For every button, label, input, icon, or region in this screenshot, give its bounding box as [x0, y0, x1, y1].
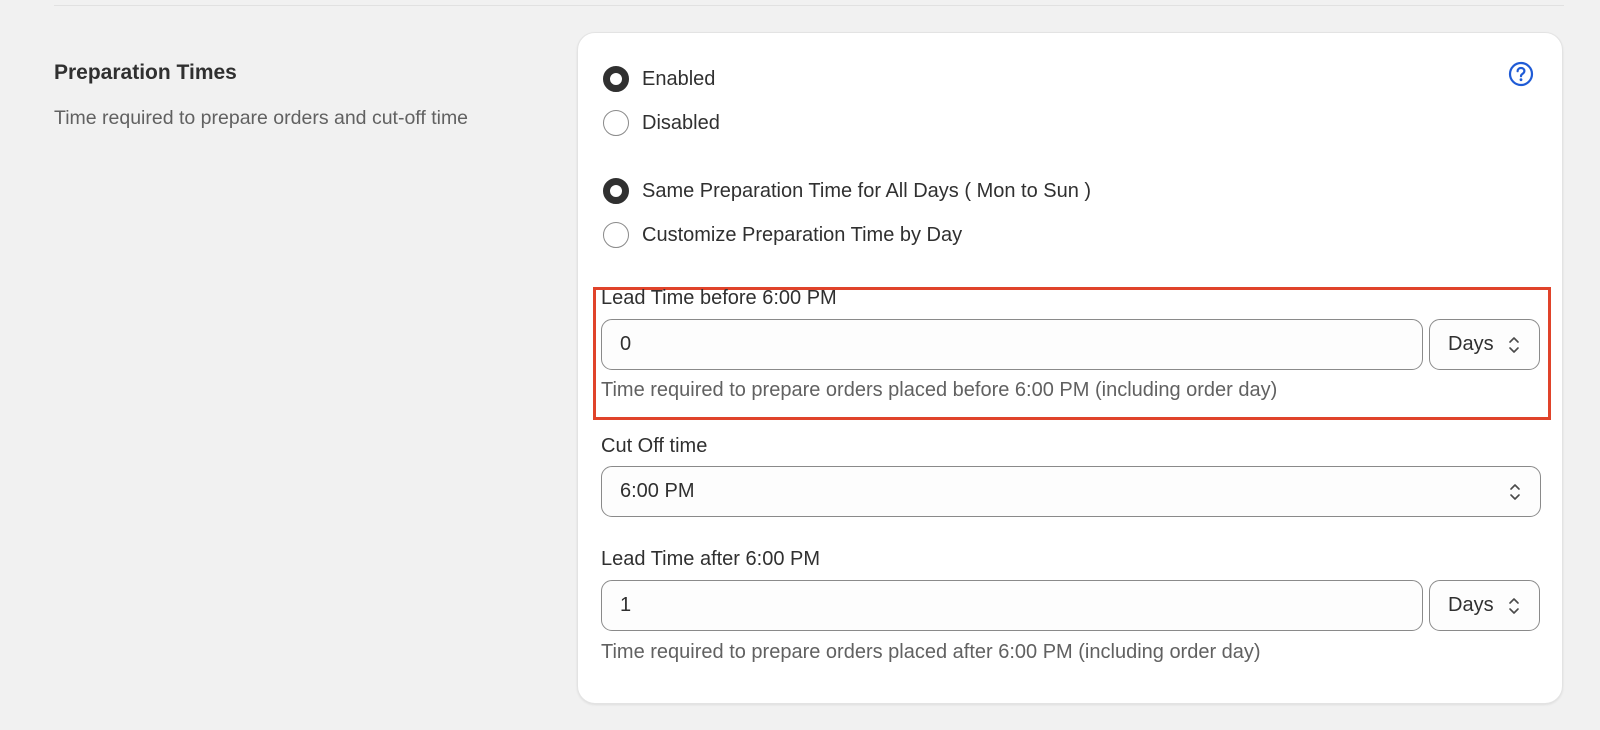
lead-after-unit-value: Days — [1448, 594, 1494, 616]
lead-before-input[interactable]: 0 — [601, 319, 1423, 370]
cutoff-time-select[interactable]: 6:00 PM — [601, 466, 1541, 517]
mode-same-label: Same Preparation Time for All Days ( Mon… — [642, 179, 1092, 202]
mode-customize-option[interactable]: Customize Preparation Time by Day — [603, 221, 962, 249]
status-disabled-label: Disabled — [642, 111, 720, 134]
section-info: Preparation Times Time required to prepa… — [54, 58, 504, 134]
preparation-times-card: Enabled Disabled Same Preparation Time f… — [577, 32, 1563, 704]
status-disabled-option[interactable]: Disabled — [603, 109, 720, 137]
lead-after-unit-select[interactable]: Days — [1429, 580, 1540, 631]
status-enabled-option[interactable]: Enabled — [603, 65, 715, 93]
section-description: Time required to prepare orders and cut-… — [54, 107, 469, 129]
lead-before-label: Lead Time before 6:00 PM — [601, 287, 837, 309]
radio-unchecked-icon[interactable] — [603, 222, 629, 248]
lead-after-input[interactable]: 1 — [601, 580, 1423, 631]
lead-before-unit-select[interactable]: Days — [1429, 319, 1540, 370]
chevron-up-down-icon — [1509, 336, 1519, 353]
radio-checked-icon[interactable] — [603, 178, 629, 204]
cutoff-label: Cut Off time — [601, 435, 708, 457]
lead-before-unit-value: Days — [1448, 333, 1494, 355]
section-title: Preparation Times — [54, 61, 237, 84]
lead-after-label: Lead Time after 6:00 PM — [601, 548, 821, 570]
chevron-up-down-icon — [1509, 597, 1519, 614]
radio-checked-icon[interactable] — [603, 66, 629, 92]
mode-customize-label: Customize Preparation Time by Day — [642, 223, 963, 246]
lead-before-value: 0 — [620, 333, 632, 355]
lead-after-help: Time required to prepare orders placed a… — [601, 641, 1261, 663]
help-icon[interactable] — [1508, 61, 1534, 87]
status-enabled-label: Enabled — [642, 67, 716, 90]
chevron-up-down-icon — [1510, 483, 1520, 500]
mode-same-option[interactable]: Same Preparation Time for All Days ( Mon… — [603, 177, 1091, 205]
top-divider — [54, 5, 1564, 6]
cutoff-time-value: 6:00 PM — [620, 480, 695, 502]
lead-before-help: Time required to prepare orders placed b… — [601, 379, 1278, 401]
radio-unchecked-icon[interactable] — [603, 110, 629, 136]
lead-after-value: 1 — [620, 594, 632, 616]
